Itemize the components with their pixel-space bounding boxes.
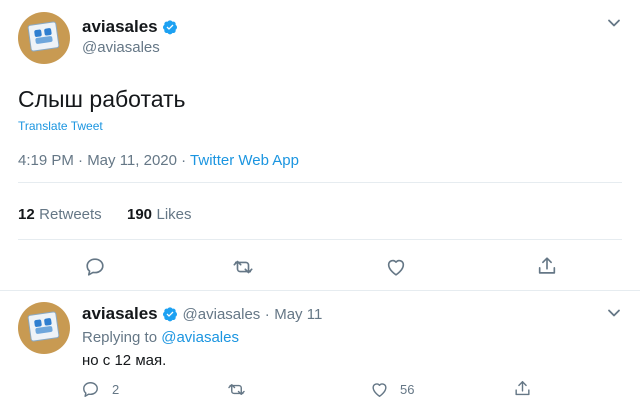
- avatar-logo: [27, 311, 61, 343]
- replying-to-handle[interactable]: @aviasales: [161, 329, 239, 346]
- tweet-timestamp[interactable]: 4:19 PM · May 11, 2020 ·: [18, 152, 190, 169]
- avatar-logo: [27, 21, 61, 53]
- retweet-icon[interactable]: [226, 380, 247, 399]
- likes-count: 190: [127, 206, 153, 223]
- divider: [18, 182, 622, 183]
- author-name[interactable]: aviasales: [82, 17, 158, 36]
- verified-badge-icon: [162, 19, 178, 40]
- author-handle[interactable]: @aviasales: [82, 39, 160, 56]
- share-icon[interactable]: [536, 255, 558, 277]
- reply-date[interactable]: May 11: [274, 306, 322, 323]
- reply-icon[interactable]: [81, 380, 100, 399]
- reply-author-name[interactable]: aviasales: [82, 304, 158, 323]
- reply-author-handle[interactable]: @aviasales: [183, 306, 261, 323]
- retweets-count: 12: [18, 206, 35, 223]
- tweet-source-link[interactable]: Twitter Web App: [190, 152, 299, 169]
- verified-badge-icon: [162, 306, 178, 327]
- likes-stat[interactable]: 190 Likes: [127, 206, 192, 224]
- retweets-stat[interactable]: 12 Retweets: [18, 206, 102, 224]
- chevron-down-icon[interactable]: [607, 16, 621, 30]
- avatar[interactable]: [18, 12, 70, 64]
- heart-icon[interactable]: [385, 256, 407, 278]
- chevron-down-icon[interactable]: [607, 306, 621, 320]
- heart-icon[interactable]: [370, 380, 389, 399]
- translate-tweet-link[interactable]: Translate Tweet: [18, 119, 103, 133]
- tweet-text: Слыш работать: [18, 86, 186, 112]
- reply-avatar[interactable]: [18, 302, 70, 354]
- retweets-label: Retweets: [39, 206, 102, 223]
- like-count: 56: [400, 382, 415, 397]
- retweet-icon[interactable]: [231, 256, 255, 278]
- replying-to-label: Replying to: [82, 329, 162, 346]
- reply-text: но с 12 мая.: [82, 352, 167, 369]
- share-icon[interactable]: [513, 379, 532, 398]
- reply-count: 2: [112, 382, 120, 397]
- divider: [0, 290, 640, 291]
- divider: [18, 239, 622, 240]
- reply-icon[interactable]: [84, 256, 106, 278]
- likes-label: Likes: [156, 206, 192, 223]
- separator-dot: ·: [264, 306, 270, 323]
